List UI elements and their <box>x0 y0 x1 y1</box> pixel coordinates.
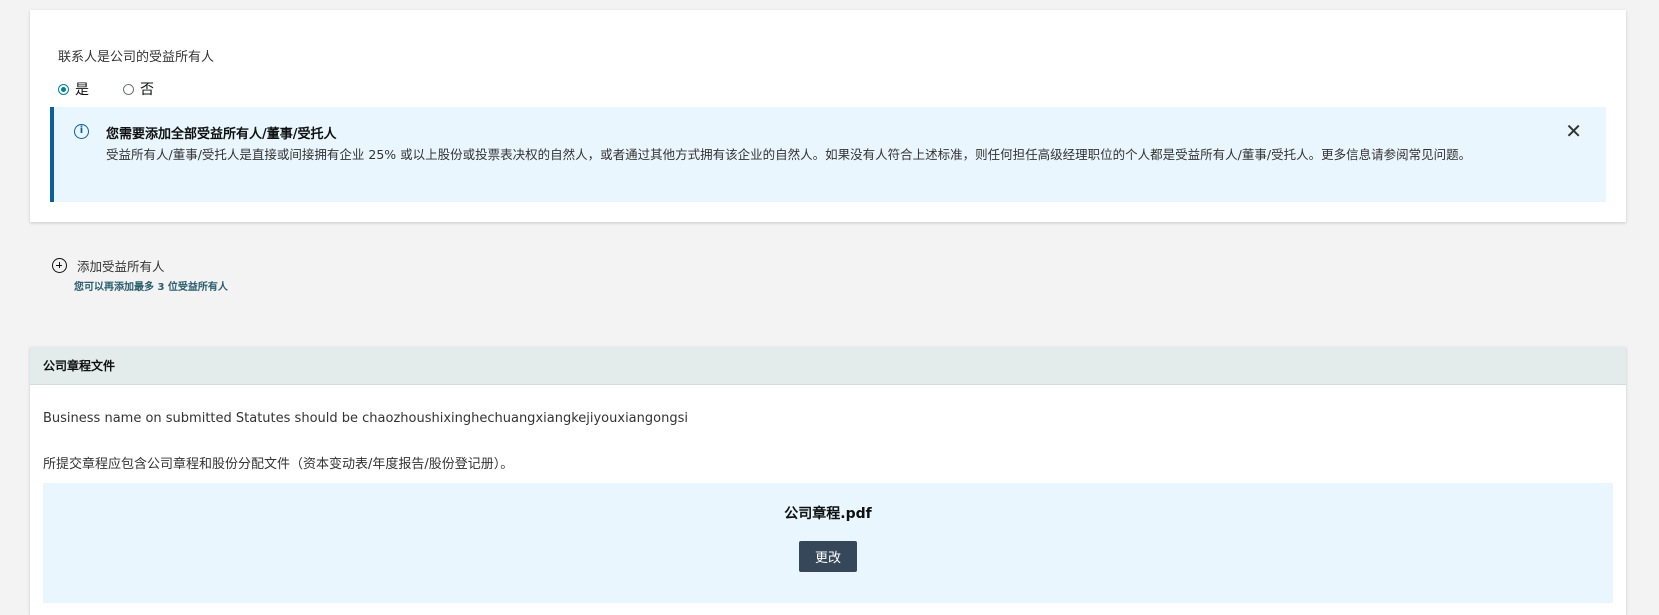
owner-question-label: 联系人是公司的受益所有人 <box>58 50 215 65</box>
radio-option-yes[interactable]: 是 <box>58 79 89 99</box>
add-owner-label: 添加受益所有人 <box>77 259 165 274</box>
info-alert: i 您需要添加全部受益所有人/董事/受托人 受益所有人/董事/受托人是直接或间接… <box>50 107 1606 202</box>
statutes-header: 公司章程文件 <box>30 347 1626 385</box>
change-file-button[interactable]: 更改 <box>799 541 857 572</box>
radio-yes-checked[interactable] <box>58 83 69 95</box>
beneficial-owner-card: 联系人是公司的受益所有人 是 否 i 您需要添加全部受益所有人/董事/受托人 受… <box>30 10 1626 222</box>
radio-no-unchecked[interactable] <box>123 83 134 95</box>
statutes-card: 公司章程文件 Business name on submitted Statut… <box>30 347 1626 615</box>
business-name-note: Business name on submitted Statutes shou… <box>43 411 688 426</box>
uploaded-file-panel: 公司章程.pdf 更改 <box>43 483 1613 603</box>
add-owner-hint: 您可以再添加最多 3 位受益所有人 <box>74 282 228 293</box>
plus-circle-icon <box>52 258 67 273</box>
info-alert-title: 您需要添加全部受益所有人/董事/受托人 <box>106 127 337 142</box>
radio-option-no[interactable]: 否 <box>123 79 154 99</box>
radio-yes-label: 是 <box>75 82 89 98</box>
info-alert-body: 受益所有人/董事/受托人是直接或间接拥有企业 25% 或以上股份或投票表决权的自… <box>106 147 1472 162</box>
add-beneficial-owner-button[interactable]: 添加受益所有人 <box>52 256 165 275</box>
statutes-requirement-note: 所提交章程应包含公司章程和股份分配文件（资本变动表/年度报告/股份登记册）。 <box>43 457 514 472</box>
radio-no-label: 否 <box>140 82 154 98</box>
close-icon[interactable]: ✕ <box>1565 119 1582 143</box>
uploaded-file-name: 公司章程.pdf <box>784 506 872 522</box>
owner-radio-group: 是 否 <box>58 79 188 99</box>
info-icon: i <box>74 124 89 139</box>
